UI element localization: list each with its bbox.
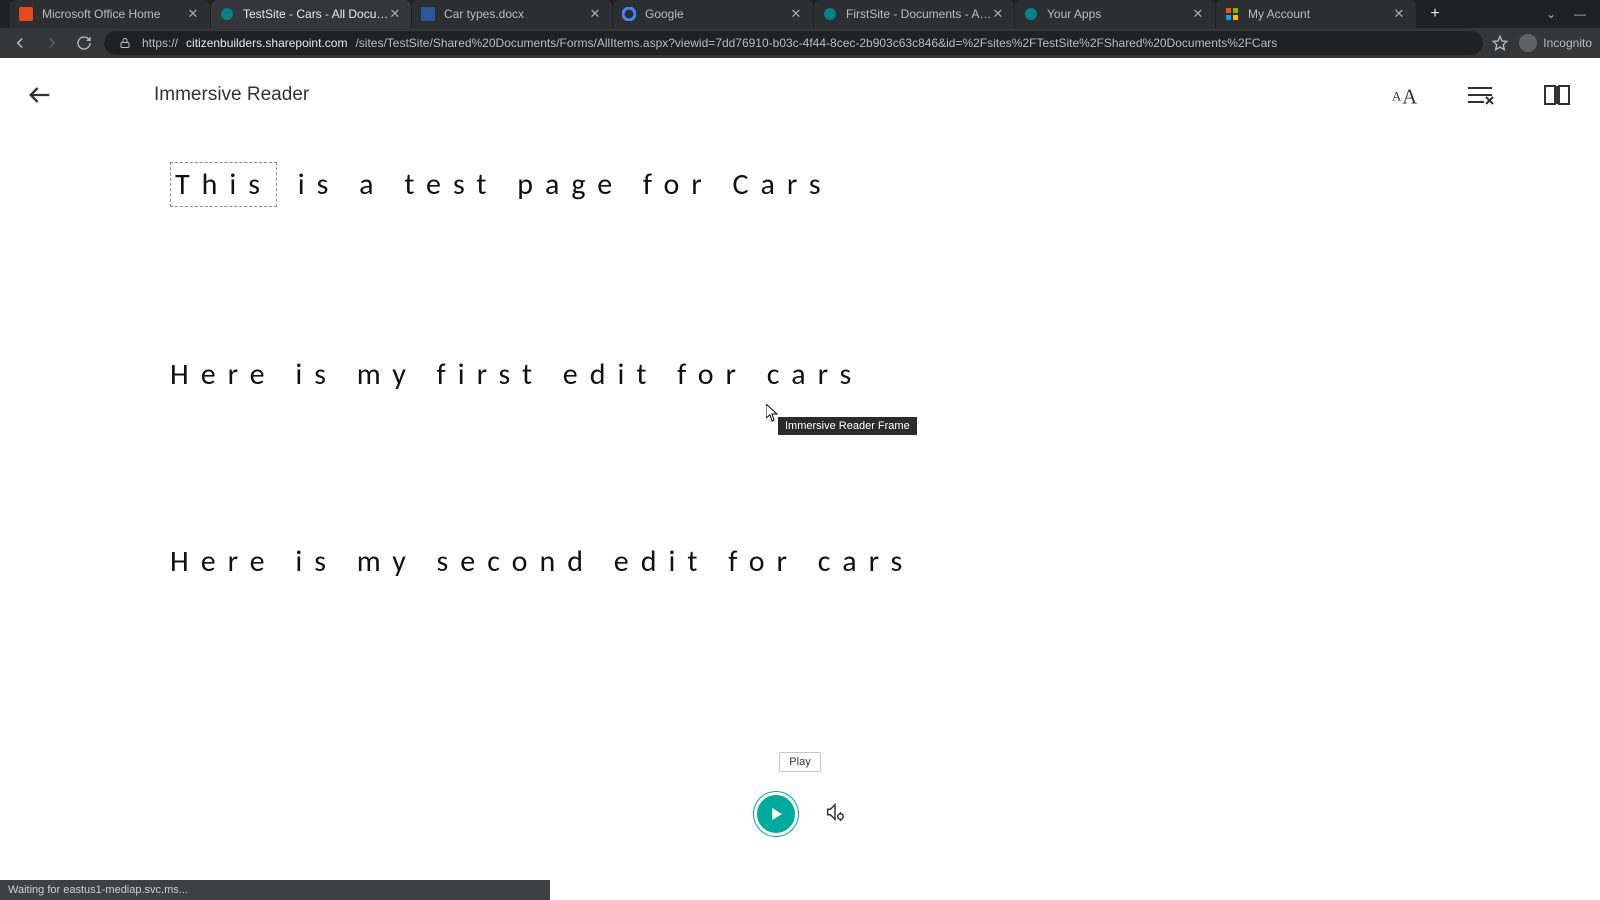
close-icon[interactable]: ✕ — [1392, 7, 1406, 21]
minimize-icon[interactable]: — — [1574, 7, 1586, 21]
reading-preferences-button[interactable] — [1542, 82, 1572, 108]
office-icon — [18, 6, 34, 22]
tab-strip: Microsoft Office Home ✕ TestSite - Cars … — [0, 0, 1600, 28]
svg-text:A: A — [1402, 86, 1417, 108]
tab-title: Google — [645, 7, 789, 21]
reload-button[interactable] — [72, 31, 96, 55]
url-path: /sites/TestSite/Shared%20Documents/Forms… — [355, 36, 1277, 50]
close-icon[interactable]: ✕ — [1191, 7, 1205, 21]
bookmark-star-icon[interactable] — [1491, 35, 1509, 51]
tab-your-apps[interactable]: Your Apps ✕ — [1015, 0, 1215, 28]
paragraph-1: This is a test page for Cars — [170, 162, 1480, 207]
grammar-options-button[interactable] — [1466, 83, 1496, 107]
address-bar: https:// citizenbuilders.sharepoint.com/s… — [0, 28, 1600, 58]
status-text: Waiting for eastus1-mediap.svc.ms... — [8, 884, 188, 896]
play-tooltip: Play — [779, 752, 820, 772]
url-domain: citizenbuilders.sharepoint.com — [186, 36, 347, 50]
cursor-icon — [766, 404, 778, 427]
tab-testsite-cars[interactable]: TestSite - Cars - All Documents ✕ — [211, 0, 411, 28]
chevron-down-icon[interactable]: ⌄ — [1546, 7, 1556, 21]
document-content: This is a test page for Cars Here is my … — [0, 132, 1600, 581]
google-icon — [621, 6, 637, 22]
nav-back-button[interactable] — [8, 31, 32, 55]
tab-title: Car types.docx — [444, 7, 588, 21]
tab-my-account[interactable]: My Account ✕ — [1216, 0, 1416, 28]
close-icon[interactable]: ✕ — [992, 7, 1004, 21]
window-controls: ⌄ — — [1546, 7, 1600, 21]
incognito-chip[interactable]: Incognito — [1519, 34, 1592, 52]
sharepoint-icon — [219, 6, 235, 22]
tab-car-types-docx[interactable]: Car types.docx ✕ — [412, 0, 612, 28]
new-tab-button[interactable]: + — [1421, 0, 1449, 28]
microsoft-icon — [1224, 6, 1240, 22]
tab-office-home[interactable]: Microsoft Office Home ✕ — [10, 0, 210, 28]
close-icon[interactable]: ✕ — [186, 7, 200, 21]
tab-google[interactable]: Google ✕ — [613, 0, 813, 28]
play-button[interactable] — [754, 792, 798, 836]
word-icon — [420, 6, 436, 22]
tooltip: Immersive Reader Frame — [778, 417, 917, 435]
text-preferences-button[interactable]: A A — [1390, 80, 1420, 110]
close-icon[interactable]: ✕ — [389, 7, 401, 21]
url-input[interactable]: https:// citizenbuilders.sharepoint.com/s… — [104, 31, 1483, 55]
sharepoint-icon — [1023, 6, 1039, 22]
svg-text:A: A — [1392, 89, 1402, 104]
tab-title: Your Apps — [1047, 7, 1191, 21]
browser-chrome: Microsoft Office Home ✕ TestSite - Cars … — [0, 0, 1600, 58]
sharepoint-icon — [822, 6, 838, 22]
tab-title: Microsoft Office Home — [42, 7, 186, 21]
tab-title: My Account — [1248, 7, 1392, 21]
lock-icon — [116, 37, 134, 49]
back-arrow-button[interactable] — [18, 73, 62, 117]
incognito-icon — [1519, 34, 1537, 52]
paragraph-3: Here is my second edit for cars — [170, 542, 1480, 581]
tab-title: TestSite - Cars - All Documents — [243, 7, 389, 21]
incognito-label: Incognito — [1543, 36, 1592, 50]
status-bar: Waiting for eastus1-mediap.svc.ms... — [0, 880, 550, 900]
tab-title: FirstSite - Documents - All Docu — [846, 7, 992, 21]
play-controls: Play — [0, 792, 1600, 836]
url-prefix: https:// — [142, 36, 178, 50]
immersive-reader-header: Immersive Reader A A — [0, 58, 1600, 132]
close-icon[interactable]: ✕ — [789, 7, 803, 21]
highlighted-word[interactable]: This — [170, 162, 277, 207]
page-title: Immersive Reader — [154, 84, 309, 106]
paragraph-2: Here is my first edit for cars — [170, 355, 1480, 394]
nav-forward-button[interactable] — [40, 31, 64, 55]
close-icon[interactable]: ✕ — [588, 7, 602, 21]
paragraph-1-rest: is a test page for Cars — [279, 166, 833, 203]
tab-firstsite-docs[interactable]: FirstSite - Documents - All Docu ✕ — [814, 0, 1014, 28]
voice-settings-button[interactable] — [824, 801, 846, 828]
